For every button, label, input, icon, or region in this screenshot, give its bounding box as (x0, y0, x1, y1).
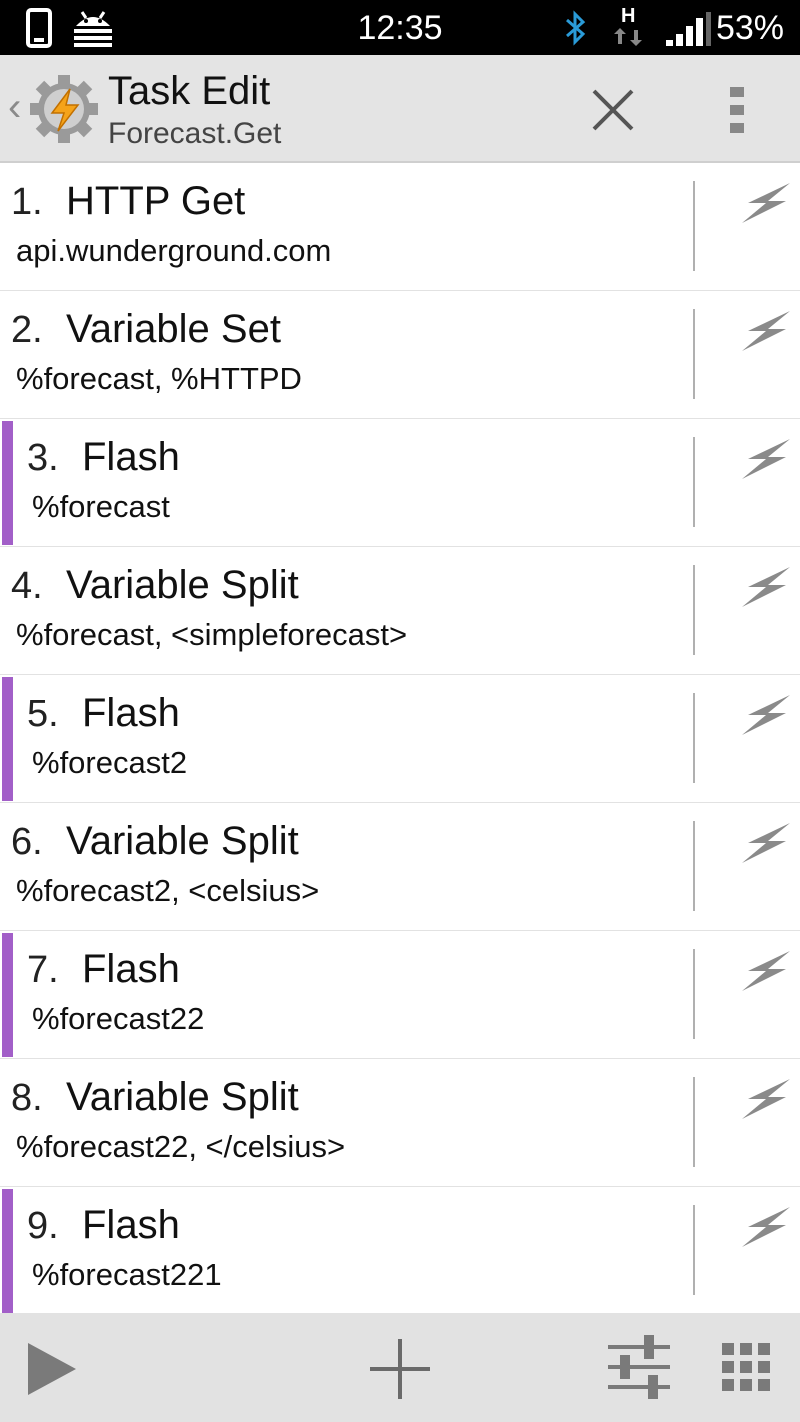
action-detail: %forecast22 (32, 1001, 205, 1036)
action-number: 8. (11, 1077, 43, 1119)
action-row[interactable]: 5. Flash %forecast2 (0, 675, 800, 803)
lightning-bolt-icon[interactable] (740, 693, 792, 737)
action-number: 3. (27, 437, 59, 479)
lightning-bolt-icon[interactable] (740, 181, 792, 225)
lightning-bolt-icon[interactable] (740, 309, 792, 353)
action-detail: api.wunderground.com (16, 233, 332, 268)
action-name: Flash (82, 691, 180, 735)
action-row[interactable]: 2. Variable Set %forecast, %HTTPD (0, 291, 800, 419)
action-name: Variable Set (66, 307, 281, 351)
action-number: 4. (11, 565, 43, 607)
task-name: Forecast.Get (108, 117, 282, 150)
grid-icon[interactable] (722, 1343, 770, 1391)
action-detail: %forecast, <simpleforecast> (16, 617, 408, 652)
row-divider (693, 309, 695, 399)
action-number: 1. (11, 181, 43, 223)
plus-icon[interactable] (368, 1337, 432, 1401)
up-chevron-icon[interactable]: ‹ (8, 85, 21, 130)
action-row[interactable]: 4. Variable Split %forecast, <simpleforeca… (0, 547, 800, 675)
lightning-bolt-icon[interactable] (740, 1205, 792, 1249)
action-detail: %forecast2, <celsius> (16, 873, 320, 908)
action-name: Variable Split (66, 1075, 299, 1119)
action-row[interactable]: 3. Flash %forecast (0, 419, 800, 547)
action-detail: %forecast22, </celsius> (16, 1129, 346, 1164)
lightning-bolt-icon[interactable] (740, 949, 792, 993)
battery-percent: 53% (715, 9, 784, 47)
data-transfer-icon: H (614, 5, 642, 46)
lightning-bolt-icon[interactable] (740, 1077, 792, 1121)
row-divider (693, 693, 695, 783)
overflow-menu-icon[interactable] (722, 83, 752, 139)
action-number: 2. (11, 309, 43, 351)
row-divider (693, 949, 695, 1039)
action-number: 7. (27, 949, 59, 991)
row-divider (693, 1205, 695, 1295)
svg-text:H: H (621, 5, 635, 27)
action-highlight-bar (2, 1189, 13, 1313)
action-row[interactable]: 6. Variable Split %forecast2, <celsius> (0, 803, 800, 931)
action-row[interactable]: 8. Variable Split %forecast22, </celsius> (0, 1059, 800, 1187)
row-divider (693, 181, 695, 271)
action-list: 1. HTTP Get api.wunderground.com 2. Variable… (0, 163, 800, 1313)
action-row[interactable]: 9. Flash %forecast221 (0, 1187, 800, 1313)
lightning-bolt-icon[interactable] (740, 437, 792, 481)
row-divider (693, 821, 695, 911)
status-bar: 12:35 H 53% (0, 0, 800, 55)
tasker-app-icon[interactable] (28, 73, 100, 145)
action-number: 6. (11, 821, 43, 863)
action-detail: %forecast (32, 489, 170, 524)
action-highlight-bar (2, 421, 13, 545)
action-detail: %forecast2 (32, 745, 188, 780)
row-divider (693, 1077, 695, 1167)
action-name: Variable Split (66, 819, 299, 863)
row-divider (693, 565, 695, 655)
signal-icon (666, 12, 711, 46)
bottom-toolbar (0, 1313, 800, 1422)
action-name: Variable Split (66, 563, 299, 607)
action-highlight-bar (2, 933, 13, 1057)
lightning-bolt-icon[interactable] (740, 565, 792, 609)
sliders-icon[interactable] (606, 1333, 672, 1401)
lightning-bolt-icon[interactable] (740, 821, 792, 865)
action-row[interactable]: 7. Flash %forecast22 (0, 931, 800, 1059)
action-detail: %forecast221 (32, 1257, 222, 1292)
bluetooth-icon (566, 10, 586, 46)
action-number: 9. (27, 1205, 59, 1247)
action-name: Flash (82, 435, 180, 479)
close-icon[interactable] (588, 85, 638, 135)
action-highlight-bar (2, 677, 13, 801)
page-title: Task Edit (108, 69, 271, 113)
action-bar: ‹ Task Edit Forecast.Get (0, 55, 800, 163)
action-number: 5. (27, 693, 59, 735)
action-name: Flash (82, 1203, 180, 1247)
play-icon[interactable] (26, 1341, 78, 1397)
action-name: Flash (82, 947, 180, 991)
action-name: HTTP Get (66, 179, 246, 223)
row-divider (693, 437, 695, 527)
action-row[interactable]: 1. HTTP Get api.wunderground.com (0, 163, 800, 291)
action-detail: %forecast, %HTTPD (16, 361, 302, 396)
